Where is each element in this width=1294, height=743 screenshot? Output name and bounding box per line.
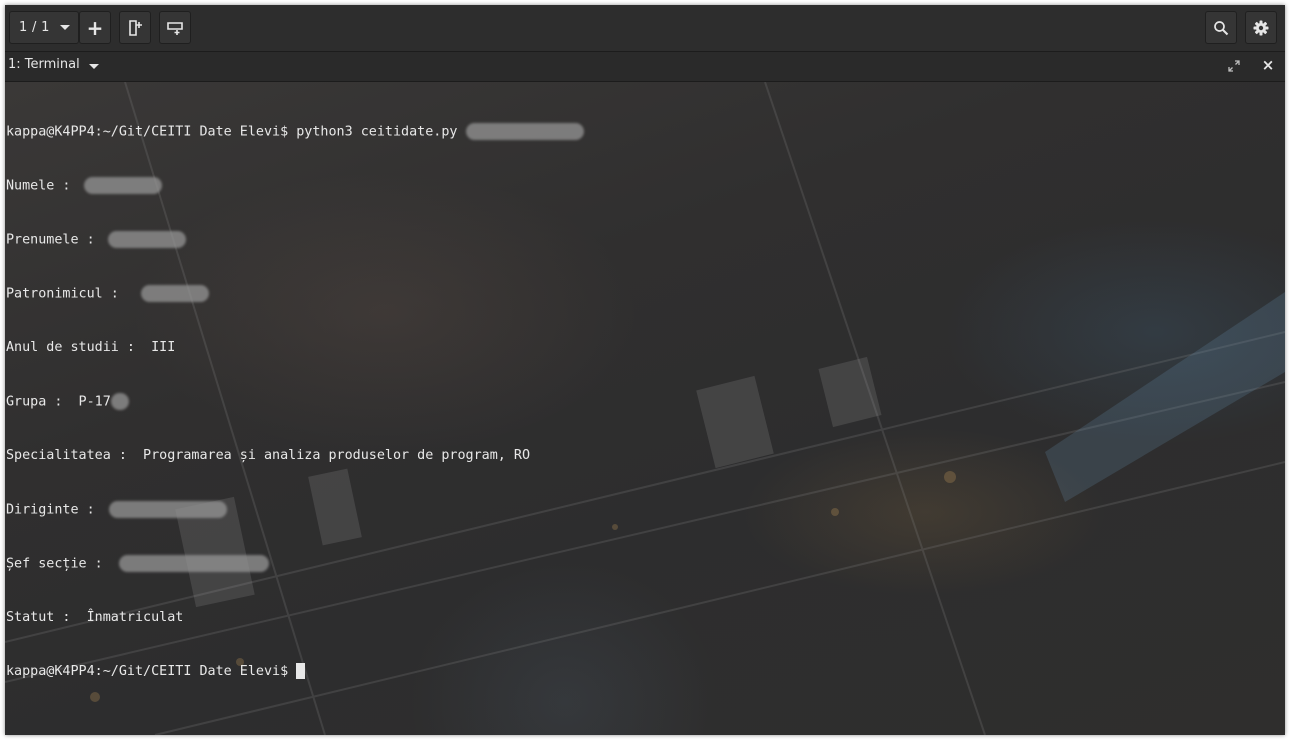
output-line: Numele :	[6, 177, 584, 195]
output-line: Diriginte :	[6, 501, 584, 519]
field-value: III	[143, 340, 176, 355]
field-label: Grupa :	[6, 394, 71, 410]
output-line: Statut : Înmatriculat	[6, 609, 584, 627]
field-label: Diriginte :	[6, 502, 103, 518]
field-value: Programarea și analiza produselor de pro…	[135, 448, 531, 463]
shell-prompt: kappa@K4PP4:~/Git/CEITI Date Elevi$	[6, 664, 289, 679]
field-label: Patronimicul :	[6, 286, 127, 302]
close-icon[interactable]: ×	[1261, 57, 1275, 73]
output-line: Prenumele :	[6, 231, 584, 249]
field-label: Șef secție :	[6, 556, 111, 572]
terminal-tab-header: 1: Terminal ×	[5, 52, 1285, 82]
gear-icon	[1253, 20, 1269, 35]
split-vertical-icon	[129, 19, 142, 36]
terminal-output[interactable]: kappa@K4PP4:~/Git/CEITI Date Elevi$ pyth…	[5, 82, 1285, 735]
terminal-window: 1 / 1 + 1: Terminal × kappa@K4PP4:~/Git/…	[5, 5, 1285, 735]
redacted-text	[465, 123, 584, 140]
search-button[interactable]	[1205, 11, 1237, 44]
new-terminal-button[interactable]: +	[79, 11, 111, 44]
field-value: Înmatriculat	[78, 610, 184, 625]
output-line: Anul de studii : III	[6, 339, 584, 357]
output-line: Grupa : P-17	[6, 393, 584, 411]
text-cursor	[296, 663, 306, 679]
chevron-down-icon	[60, 25, 70, 30]
field-value: P-17	[70, 394, 111, 410]
terminal-text: kappa@K4PP4:~/Git/CEITI Date Elevi$ pyth…	[6, 87, 584, 717]
prompt-line: kappa@K4PP4:~/Git/CEITI Date Elevi$	[6, 663, 584, 681]
split-horizontal-icon	[167, 21, 183, 35]
maximize-icon[interactable]	[1227, 59, 1241, 73]
terminal-selector-dropdown[interactable]: 1 / 1	[9, 11, 79, 44]
shell-prompt: kappa@K4PP4:~/Git/CEITI Date Elevi$	[6, 124, 289, 140]
output-line: Specialitatea : Programarea și analiza p…	[6, 447, 584, 465]
output-line: Șef secție :	[6, 555, 584, 573]
settings-button[interactable]	[1245, 11, 1277, 44]
field-label: Prenumele :	[6, 232, 103, 248]
field-label: Anul de studii :	[6, 340, 144, 355]
command-text: python3 ceitidate.py	[288, 124, 458, 140]
chevron-down-icon[interactable]	[89, 64, 99, 69]
redacted-text	[118, 555, 269, 572]
redacted-text	[107, 231, 186, 248]
terminal-counter: 1 / 1	[19, 20, 50, 35]
field-label: Numele :	[6, 178, 79, 194]
command-line: kappa@K4PP4:~/Git/CEITI Date Elevi$ pyth…	[6, 123, 584, 141]
field-label: Specialitatea :	[6, 448, 135, 463]
terminal-tab-title[interactable]: 1: Terminal	[8, 57, 80, 72]
split-vertical-button[interactable]	[119, 11, 151, 44]
redacted-text	[140, 285, 209, 302]
redacted-text	[110, 393, 129, 410]
plus-icon: +	[86, 15, 104, 40]
split-horizontal-button[interactable]	[159, 11, 191, 44]
output-line: Patronimicul :	[6, 285, 584, 303]
redacted-text	[108, 501, 227, 518]
redacted-text	[83, 177, 162, 194]
field-label: Statut :	[6, 610, 79, 625]
terminal-toolbar: 1 / 1 +	[5, 5, 1285, 52]
search-icon	[1214, 20, 1229, 35]
